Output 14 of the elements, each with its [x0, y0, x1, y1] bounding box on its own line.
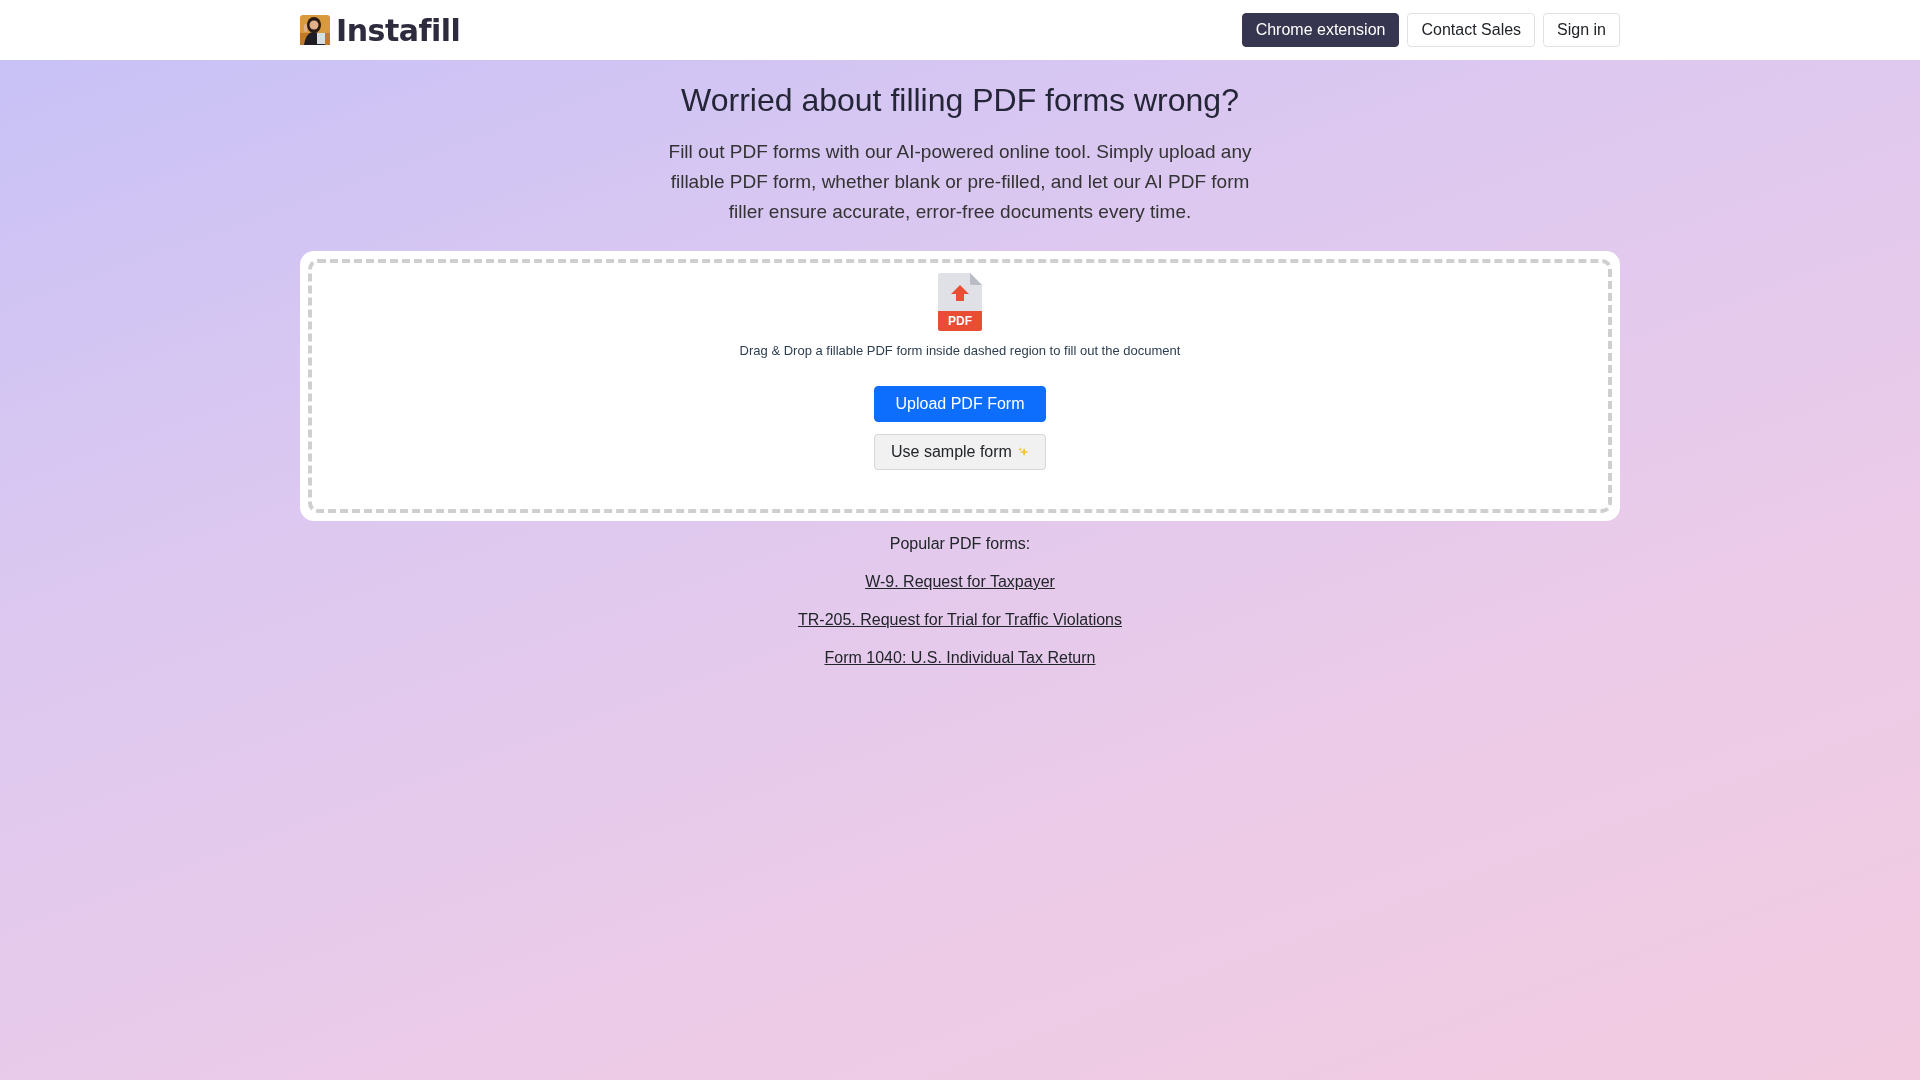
form-link[interactable]: Form 1040: U.S. Individual Tax Return: [824, 649, 1096, 667]
sample-form-button[interactable]: Use sample form: [874, 434, 1046, 470]
nav-button[interactable]: Contact Sales: [1407, 13, 1536, 47]
drop-hint: Drag & Drop a fillable PDF form inside dashed region to fill out the document: [739, 343, 1181, 358]
brand-name[interactable]: Instafill: [336, 12, 461, 48]
form-link[interactable]: W-9. Request for Taxpayer: [865, 573, 1055, 591]
page-title: Worried about filling PDF forms wrong?: [681, 82, 1239, 119]
nav-button[interactable]: Sign in: [1543, 13, 1620, 47]
drop-zone[interactable]: PDF Drag & Drop a fillable PDF form inside dashed region to fill out the document Upload PDF Form Use sample form: [308, 259, 1612, 513]
description: Fill out PDF forms with our AI-powered online tool. Simply upload any fillable PDF form, whether blank or pre-filled, and let our AI PDF form filler ensure accurate, error-free documents every time.: [667, 140, 1253, 224]
nav-button[interactable]: Chrome extension: [1241, 13, 1400, 47]
popular-heading: Popular PDF forms:: [889, 535, 1031, 553]
form-link[interactable]: TR-205. Request for Trial for Traffic Violations: [798, 611, 1122, 629]
upload-button[interactable]: Upload PDF Form: [874, 386, 1046, 422]
